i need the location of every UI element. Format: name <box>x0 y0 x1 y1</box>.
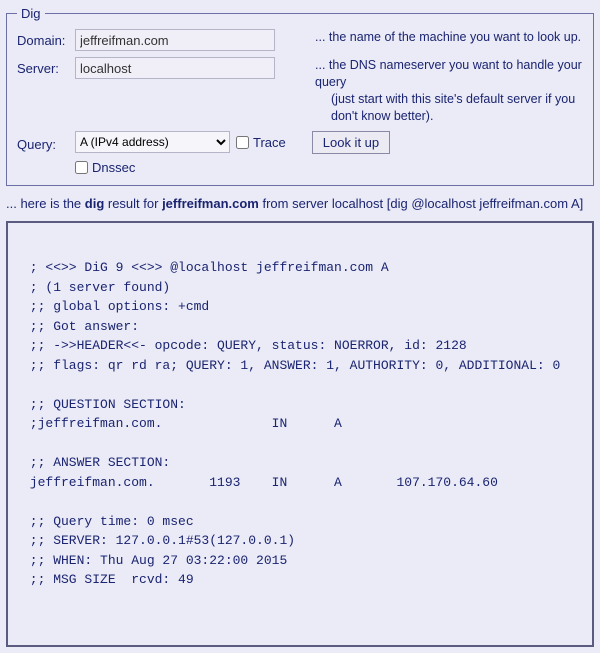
dig-fieldset: Dig Domain: ... the name of the machine … <box>6 6 594 186</box>
server-input[interactable] <box>75 57 275 79</box>
domain-input[interactable] <box>75 29 275 51</box>
query-type-select[interactable]: A (IPv4 address) <box>75 131 230 153</box>
fieldset-legend: Dig <box>17 6 45 21</box>
result-heading: ... here is the dig result for jeffreifm… <box>6 196 594 211</box>
dig-output: ; <<>> DiG 9 <<>> @localhost jeffreifman… <box>6 221 594 647</box>
server-hint-1: ... the DNS nameserver you want to handl… <box>315 57 583 91</box>
server-label: Server: <box>17 57 75 76</box>
domain-label: Domain: <box>17 29 75 48</box>
query-label: Query: <box>17 133 75 152</box>
dnssec-label: Dnssec <box>92 160 135 175</box>
dnssec-checkbox[interactable] <box>75 161 88 174</box>
trace-label: Trace <box>253 135 286 150</box>
lookup-button[interactable]: Look it up <box>312 131 390 154</box>
server-hint-2: (just start with this site's default ser… <box>315 91 583 125</box>
trace-checkbox[interactable] <box>236 136 249 149</box>
domain-hint: ... the name of the machine you want to … <box>315 29 583 46</box>
